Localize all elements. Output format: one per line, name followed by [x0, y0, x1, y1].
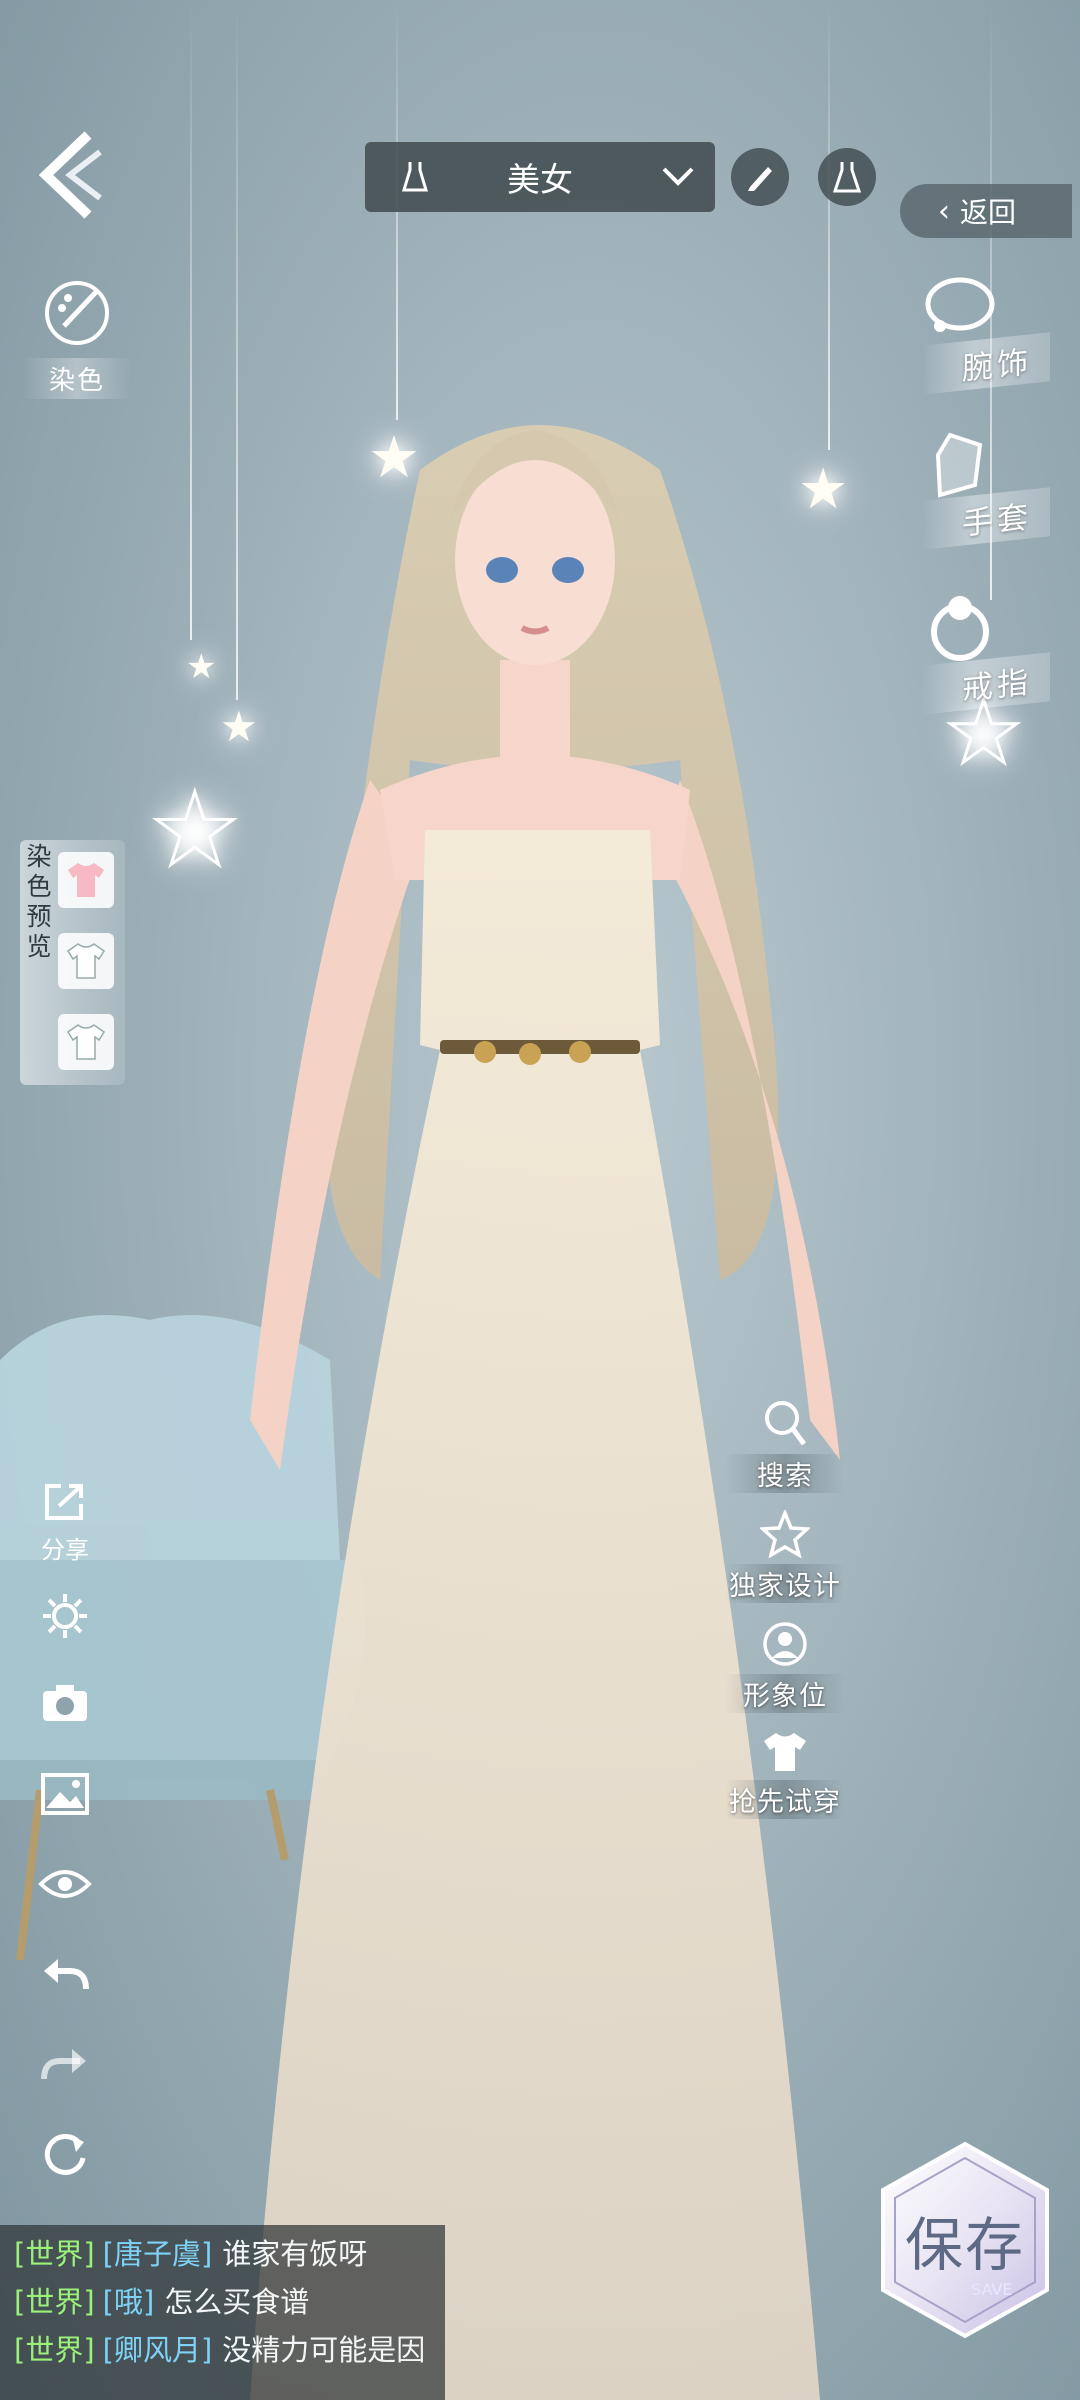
- chat-panel[interactable]: [世界] [唐子虞] 谁家有饭呀 [世界] [哦] 怎么买食谱 [世界] [卿风月] 没精力…: [0, 2225, 445, 2400]
- outfit-name: 美女: [507, 160, 573, 199]
- share-button[interactable]: 分享: [35, 1480, 95, 1565]
- chat-user: [哦]: [102, 2285, 155, 2319]
- dye-slot-3[interactable]: [58, 1014, 114, 1070]
- image-slot-action[interactable]: 形象位: [725, 1620, 845, 1713]
- star-decoration: ★: [220, 702, 258, 751]
- share-icon: [45, 1484, 83, 1520]
- chevron-down-icon: [662, 167, 694, 186]
- hanging-string: [190, 0, 192, 640]
- portrait-icon: [763, 1622, 807, 1666]
- save-button[interactable]: 保存 SAVE: [875, 2140, 1055, 2340]
- shirt-icon: [764, 1733, 806, 1771]
- undo-icon: [44, 1959, 89, 1990]
- chat-channel: [世界]: [14, 2285, 95, 2319]
- star-decoration: ★: [798, 457, 849, 522]
- visibility-button[interactable]: [35, 1866, 95, 1906]
- undo-button[interactable]: [35, 1955, 95, 1997]
- accessory-bracelet[interactable]: 腕饰: [900, 270, 1050, 400]
- return-button[interactable]: ‹ 返回: [900, 184, 1072, 238]
- star-decoration: ★: [368, 423, 420, 491]
- edit-button[interactable]: [731, 148, 789, 206]
- image-icon: [41, 1773, 89, 1815]
- chat-message: [世界] [哦] 怎么买食谱: [14, 2279, 309, 2321]
- star-icon: [758, 1508, 812, 1559]
- shirt-icon: [66, 943, 106, 979]
- chat-text: 谁家有饭呀: [222, 2237, 368, 2271]
- dye-label: 染色: [22, 358, 132, 399]
- accessory-ring[interactable]: 戒指: [900, 590, 1050, 720]
- save-sub-label: SAVE: [971, 2280, 1013, 2299]
- shirt-icon: [66, 1024, 106, 1060]
- chat-message: [世界] [唐子虞] 谁家有饭呀: [14, 2231, 367, 2273]
- dye-button[interactable]: 染色: [22, 278, 132, 399]
- dye-slot-2[interactable]: [58, 933, 114, 989]
- palette-brush-icon: [45, 281, 109, 345]
- pencil-icon: [748, 167, 772, 191]
- shirt-icon: [68, 863, 104, 897]
- chat-user: [卿风月]: [102, 2333, 213, 2367]
- early-try-on-action[interactable]: 抢先试穿: [725, 1730, 845, 1819]
- reset-button[interactable]: [35, 2130, 95, 2184]
- star-decoration: ★: [149, 771, 242, 888]
- gallery-button[interactable]: [35, 1772, 95, 1820]
- share-label: 分享: [41, 1536, 89, 1564]
- chat-channel: [世界]: [14, 2333, 95, 2367]
- settings-button[interactable]: [35, 1592, 95, 1644]
- action-label: 抢先试穿: [725, 1780, 845, 1819]
- action-label: 搜索: [725, 1454, 845, 1493]
- star-decoration: ★: [186, 647, 217, 687]
- dress-icon: [401, 162, 429, 192]
- refresh-icon: [44, 2133, 86, 2175]
- dress-outline-icon: [832, 162, 862, 193]
- outfit-selector[interactable]: 美女: [365, 142, 715, 212]
- return-label: 返回: [960, 196, 1017, 229]
- dye-preview-panel: 染色预览: [20, 840, 125, 1085]
- hanging-string: [236, 0, 238, 700]
- camera-button[interactable]: [35, 1682, 95, 1728]
- dye-preview-label: 染色预览: [26, 842, 52, 961]
- action-label: 形象位: [725, 1674, 845, 1713]
- back-chevron-icon[interactable]: [38, 130, 108, 220]
- exclusive-design-action[interactable]: 独家设计: [725, 1508, 845, 1603]
- chevron-left-icon: ‹: [938, 193, 950, 229]
- camera-icon: [43, 1685, 87, 1721]
- outfit-button[interactable]: [818, 148, 876, 206]
- chat-text: 没精力可能是因: [222, 2333, 426, 2367]
- action-label: 独家设计: [725, 1564, 845, 1603]
- dye-slot-1[interactable]: [58, 852, 114, 908]
- save-label: 保存: [904, 2211, 1025, 2279]
- hanging-string: [828, 0, 830, 450]
- accessory-glove[interactable]: 手套: [900, 425, 1050, 555]
- gear-icon: [43, 1594, 87, 1638]
- chat-message: [世界] [卿风月] 没精力可能是因: [14, 2327, 425, 2369]
- search-icon: [765, 1401, 807, 1446]
- search-action[interactable]: 搜索: [725, 1398, 845, 1493]
- chat-channel: [世界]: [14, 2237, 95, 2271]
- redo-button[interactable]: [35, 2045, 95, 2087]
- redo-icon: [41, 2049, 86, 2080]
- chat-user: [唐子虞]: [102, 2237, 213, 2271]
- eye-icon: [38, 1870, 92, 1898]
- chat-text: 怎么买食谱: [164, 2285, 310, 2319]
